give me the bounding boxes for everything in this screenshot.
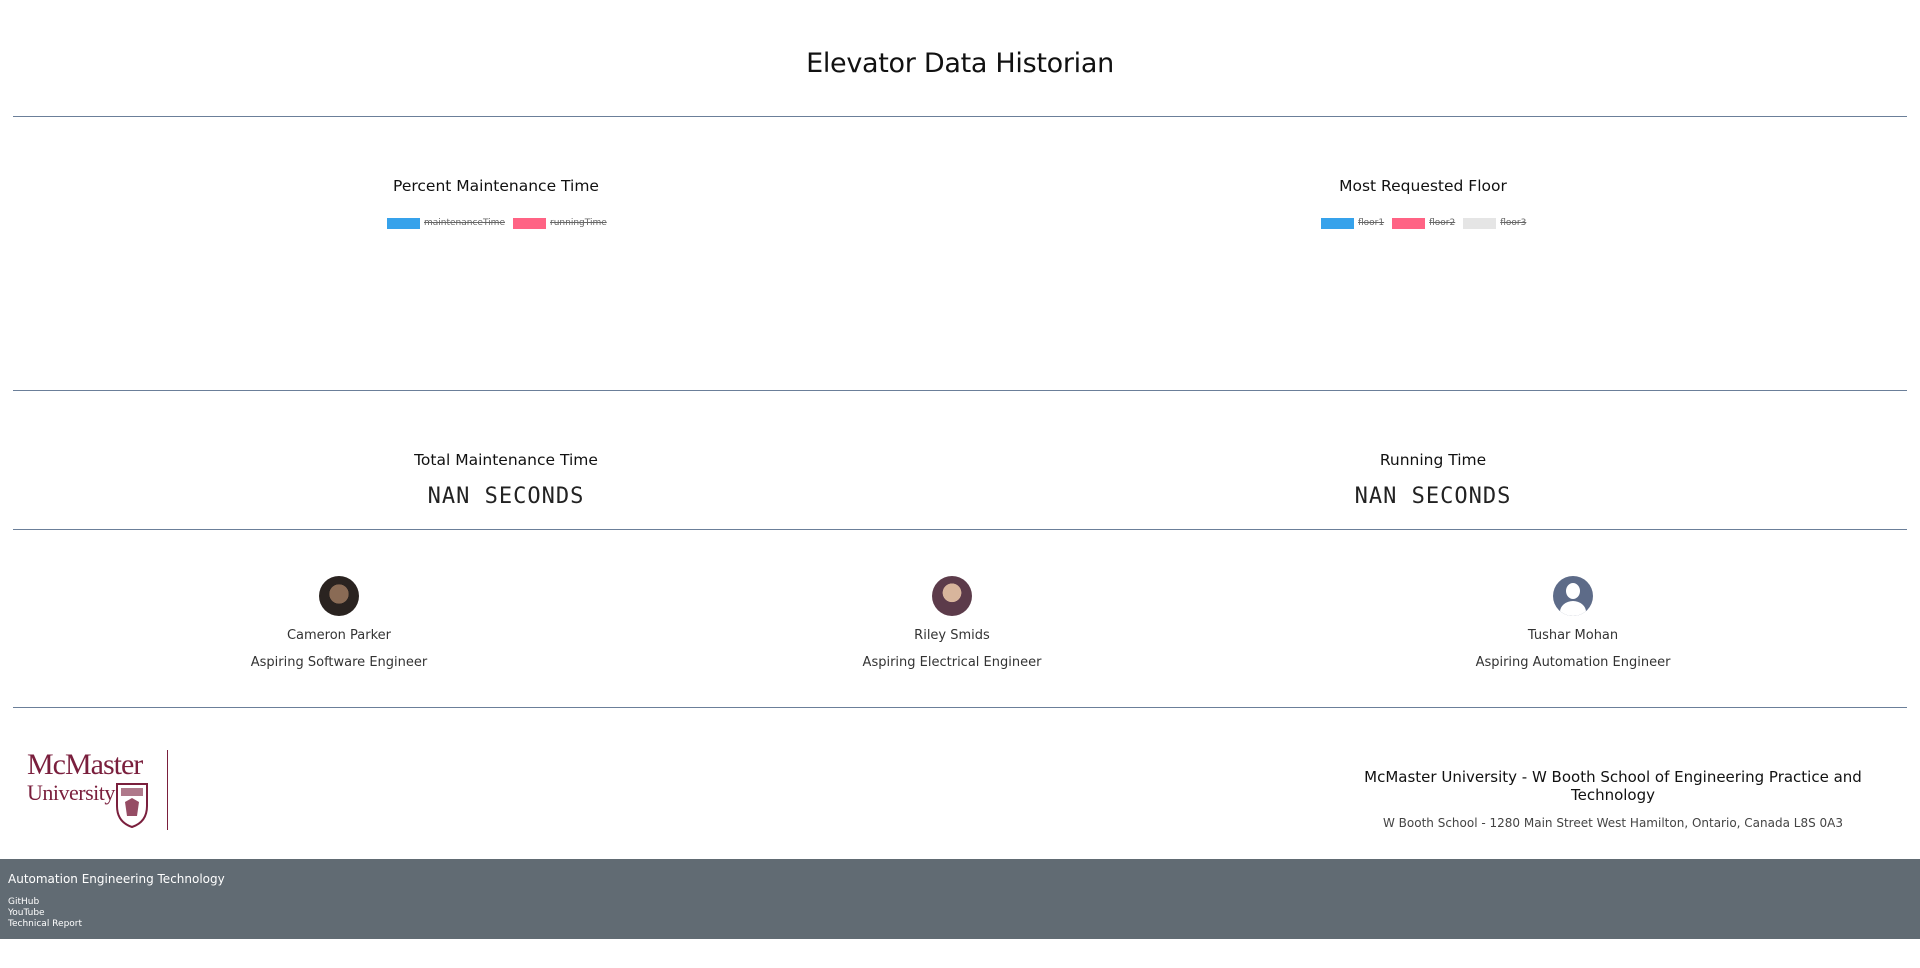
- legend-label: floor3: [1500, 218, 1527, 228]
- avatar: [319, 576, 359, 616]
- legend-item-maintenance[interactable]: maintenanceTime: [387, 217, 505, 229]
- team-member-role: Aspiring Automation Engineer: [1475, 655, 1671, 670]
- team-member-name: Riley Smids: [914, 628, 990, 643]
- crest-icon: [116, 783, 148, 828]
- legend-item-running[interactable]: runningTime: [513, 217, 607, 229]
- legend-label: floor2: [1429, 218, 1456, 228]
- legend-label: floor1: [1358, 218, 1385, 228]
- mcmaster-logo: McMaster University: [27, 748, 177, 832]
- page-root: Elevator Data Historian Percent Maintena…: [0, 0, 1920, 968]
- page-title: Elevator Data Historian: [806, 48, 1114, 79]
- legend-item-floor1[interactable]: floor1: [1321, 217, 1385, 229]
- divider: [13, 529, 1907, 530]
- team-member-name: Cameron Parker: [286, 628, 392, 643]
- legend-label: maintenanceTime: [424, 218, 505, 228]
- divider: [13, 390, 1907, 391]
- legend-swatch: [1321, 217, 1354, 229]
- bottom-bar-links: GitHub YouTube Technical Report: [8, 897, 82, 930]
- maintenance-counter-value: NAN SECONDS: [427, 484, 585, 509]
- legend-item-floor3[interactable]: floor3: [1463, 217, 1527, 229]
- legend-swatch: [1392, 217, 1426, 229]
- team-member-card: Tushar Mohan Aspiring Automation Enginee…: [1423, 576, 1723, 670]
- divider: [13, 116, 1907, 117]
- team-member-role: Aspiring Software Engineer: [250, 655, 428, 670]
- maintenance-chart-legend: maintenanceTime runningTime: [387, 217, 615, 229]
- team-member-card: Riley Smids Aspiring Electrical Engineer: [802, 576, 1102, 670]
- github-link[interactable]: GitHub: [8, 897, 82, 908]
- bottom-bar-title: Automation Engineering Technology: [8, 872, 225, 886]
- maintenance-counter-title: Total Maintenance Time: [414, 451, 598, 469]
- team-member-card: Cameron Parker Aspiring Software Enginee…: [189, 576, 489, 670]
- floor-chart-legend: floor1 floor2 floor3: [1321, 217, 1534, 229]
- running-counter-title: Running Time: [1379, 451, 1487, 469]
- bottom-bar: Automation Engineering Technology GitHub…: [0, 859, 1920, 939]
- footer-info: McMaster University - W Booth School of …: [1333, 768, 1893, 830]
- legend-swatch: [1463, 217, 1497, 229]
- user-placeholder-icon: [1553, 576, 1593, 616]
- floor-chart-title: Most Requested Floor: [1339, 177, 1507, 195]
- team-member-role: Aspiring Electrical Engineer: [862, 655, 1042, 670]
- running-counter-value: NAN SECONDS: [1354, 484, 1512, 509]
- legend-swatch: [387, 217, 420, 229]
- technical-report-link[interactable]: Technical Report: [8, 919, 82, 930]
- divider: [13, 707, 1907, 708]
- team-member-name: Tushar Mohan: [1527, 628, 1619, 643]
- legend-item-floor2[interactable]: floor2: [1392, 217, 1456, 229]
- legend-label: runningTime: [550, 218, 607, 228]
- legend-swatch: [513, 217, 546, 229]
- footer-address: W Booth School - 1280 Main Street West H…: [1383, 816, 1843, 830]
- maintenance-chart-title: Percent Maintenance Time: [393, 177, 599, 195]
- avatar: [932, 576, 972, 616]
- footer-school-name: McMaster University - W Booth School of …: [1364, 768, 1862, 804]
- youtube-link[interactable]: YouTube: [8, 908, 82, 919]
